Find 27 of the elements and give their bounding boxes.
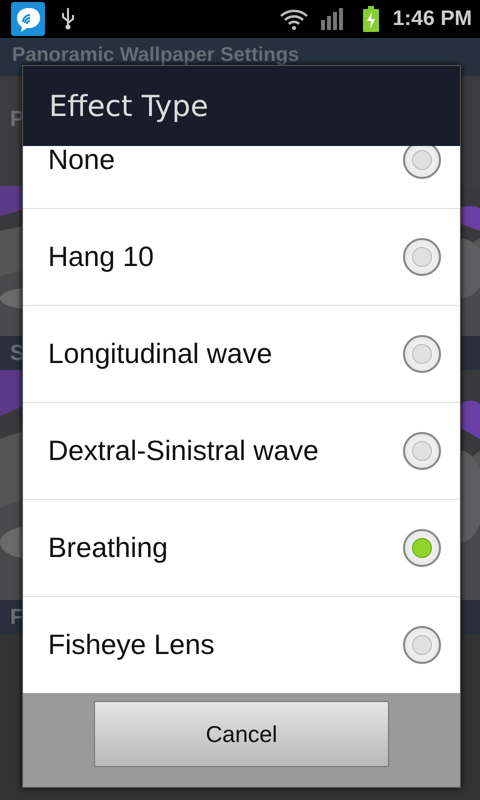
battery-charging-icon (362, 6, 379, 32)
option-row[interactable]: Longitudinal wave (23, 306, 460, 403)
dialog-title: Effect Type (49, 89, 208, 123)
radio-button[interactable] (403, 146, 441, 179)
option-row[interactable]: Hang 10 (23, 209, 460, 306)
option-label: Breathing (48, 532, 168, 564)
usb-icon (60, 7, 76, 31)
wifi-icon (278, 7, 309, 31)
option-label: Fisheye Lens (48, 629, 215, 661)
option-label: None (48, 146, 115, 176)
radio-button[interactable] (403, 432, 441, 470)
radio-button[interactable] (403, 335, 441, 373)
option-row[interactable]: None (23, 146, 460, 209)
signal-icon (320, 8, 345, 30)
option-label: Longitudinal wave (48, 338, 272, 370)
option-row[interactable]: Breathing (23, 500, 460, 597)
cancel-button[interactable]: Cancel (94, 701, 389, 767)
chat-bubble-icon (10, 1, 46, 37)
option-label: Dextral-Sinistral wave (48, 435, 319, 467)
radio-button[interactable] (403, 238, 441, 276)
app-title: Panoramic Wallpaper Settings (12, 44, 300, 67)
option-label: Hang 10 (48, 241, 154, 273)
radio-button[interactable] (403, 529, 441, 567)
option-row[interactable]: Dextral-Sinistral wave (23, 403, 460, 500)
status-time: 1:46 PM (392, 7, 472, 31)
radio-button[interactable] (403, 626, 441, 664)
section-title: F (10, 604, 24, 630)
